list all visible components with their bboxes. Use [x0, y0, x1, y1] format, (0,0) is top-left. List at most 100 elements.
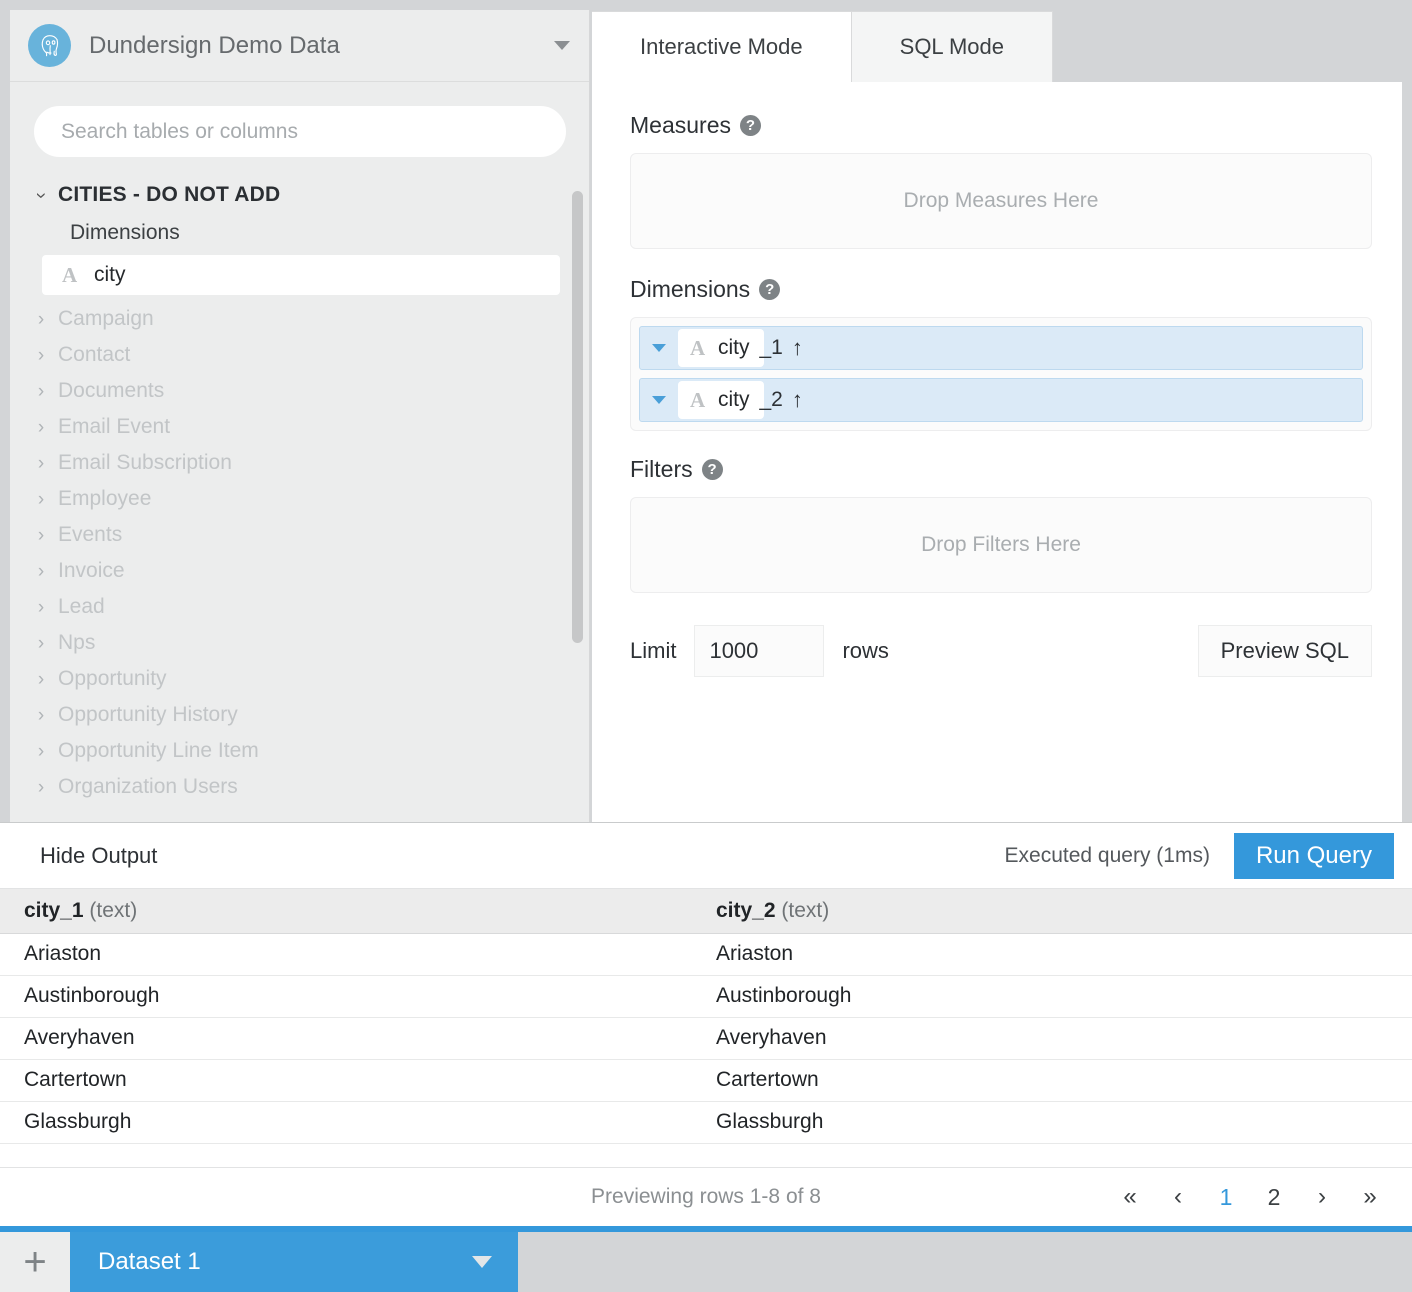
tree-table-contact[interactable]: › Contact	[10, 337, 590, 373]
sort-ascending-icon[interactable]: ↑	[792, 387, 803, 413]
preview-rows-text: Previewing rows 1-8 of 8	[591, 1185, 821, 1208]
tree-table-label: Invoice	[58, 559, 125, 582]
chevron-down-icon[interactable]	[554, 41, 570, 50]
preview-sql-button[interactable]: Preview SQL	[1197, 625, 1372, 677]
caret-down-icon[interactable]	[472, 1256, 492, 1268]
chevron-right-icon: ›	[37, 344, 45, 366]
chip-field-pill: A city	[678, 381, 764, 419]
filters-label: Filters ?	[630, 456, 1372, 483]
search-input[interactable]	[34, 106, 566, 157]
hide-output-button[interactable]: Hide Output	[40, 843, 157, 869]
table-tree-inner: › CITIES - DO NOT ADD Dimensions A city …	[10, 173, 590, 805]
chevron-right-icon: ›	[37, 380, 45, 402]
tree-table-label: Organization Users	[58, 775, 238, 798]
add-dataset-button[interactable]: +	[0, 1232, 70, 1292]
tree-table-label: CITIES - DO NOT ADD	[58, 183, 281, 206]
datasource-header[interactable]: Dundersign Demo Data	[10, 10, 590, 82]
sidebar-divider	[589, 10, 590, 822]
tab-sql-mode[interactable]: SQL Mode	[850, 11, 1053, 82]
chevron-right-icon: ›	[37, 668, 45, 690]
run-query-button[interactable]: Run Query	[1233, 832, 1394, 879]
limit-input[interactable]	[694, 625, 825, 677]
pagination-bar: Previewing rows 1-8 of 8 « ‹ 1 2 › »	[0, 1167, 1412, 1226]
chip-field-pill: A city	[678, 329, 764, 367]
results-table: city_1 (text) city_2 (text) Ariaston Ari…	[0, 889, 1412, 1144]
limit-unit-label: rows	[842, 638, 889, 663]
pagination-first[interactable]: «	[1106, 1185, 1154, 1209]
sort-ascending-icon[interactable]: ↑	[792, 335, 803, 361]
tab-label: Interactive Mode	[640, 34, 803, 59]
dimensions-dropzone[interactable]: A city _1 ↑ A city _2 ↑	[630, 317, 1372, 431]
tree-table-label: Email Subscription	[58, 451, 232, 474]
cell-city-1: Cartertown	[0, 1059, 692, 1102]
dimension-chip-city-2[interactable]: A city _2 ↑	[639, 378, 1363, 422]
field-item-city[interactable]: A city	[42, 255, 560, 295]
column-header-city-2[interactable]: city_2 (text)	[692, 889, 1412, 934]
help-icon[interactable]: ?	[739, 115, 761, 136]
chevron-right-icon: ›	[37, 488, 45, 510]
pagination-page-1[interactable]: 1	[1202, 1185, 1250, 1209]
table-row: Averyhaven Averyhaven	[0, 1017, 1412, 1060]
table-row: Cartertown Cartertown	[0, 1059, 1412, 1102]
pagination-page-2[interactable]: 2	[1250, 1185, 1298, 1209]
tree-table-employee[interactable]: › Employee	[10, 481, 590, 517]
column-name: city_1	[24, 898, 84, 922]
dataset-tab-1[interactable]: Dataset 1	[70, 1232, 518, 1292]
pagination-prev[interactable]: ‹	[1154, 1185, 1202, 1209]
chevron-right-icon: ›	[30, 191, 52, 199]
pagination-next[interactable]: ›	[1298, 1185, 1346, 1209]
limit-label: Limit	[630, 638, 677, 663]
chip-field-name: city	[718, 336, 750, 359]
chip-alias-suffix: _1 ↑	[760, 335, 803, 361]
dimension-chip-city-1[interactable]: A city _1 ↑	[639, 326, 1363, 370]
chevron-right-icon: ›	[37, 776, 45, 798]
tree-table-organization-users[interactable]: › Organization Users	[10, 769, 590, 805]
help-icon[interactable]: ?	[759, 279, 781, 300]
tree-table-documents[interactable]: › Documents	[10, 373, 590, 409]
chevron-right-icon: ›	[37, 452, 45, 474]
measures-label-text: Measures	[630, 112, 731, 138]
measures-dropzone[interactable]: Drop Measures Here	[630, 153, 1372, 249]
tree-table-label: Opportunity Line Item	[58, 739, 259, 762]
text-type-icon: A	[690, 387, 706, 412]
cell-city-2: Averyhaven	[692, 1017, 1412, 1060]
tree-table-label: Employee	[58, 487, 152, 510]
column-header-city-1[interactable]: city_1 (text)	[0, 889, 692, 934]
table-tree: › CITIES - DO NOT ADD Dimensions A city …	[10, 173, 590, 822]
tree-table-email-subscription[interactable]: › Email Subscription	[10, 445, 590, 481]
cell-city-2: Glassburgh	[692, 1101, 1412, 1144]
tree-table-cities[interactable]: › CITIES - DO NOT ADD	[10, 177, 590, 213]
tree-table-campaign[interactable]: › Campaign	[10, 301, 590, 337]
tree-table-nps[interactable]: › Nps	[10, 625, 590, 661]
tree-table-email-event[interactable]: › Email Event	[10, 409, 590, 445]
filters-dropzone[interactable]: Drop Filters Here	[630, 497, 1372, 593]
results-header-row: city_1 (text) city_2 (text)	[0, 889, 1412, 934]
sidebar-scrollbar-thumb[interactable]	[572, 191, 583, 643]
chevron-down-icon[interactable]	[652, 396, 666, 404]
field-name: city	[94, 263, 126, 286]
chevron-right-icon: ›	[37, 632, 45, 654]
plus-icon: +	[23, 1240, 47, 1284]
tree-table-opportunity-line-item[interactable]: › Opportunity Line Item	[10, 733, 590, 769]
filters-placeholder: Drop Filters Here	[921, 533, 1081, 556]
tree-table-label: Email Event	[58, 415, 171, 438]
limit-row: Limit rows Preview SQL	[630, 625, 1372, 677]
pagination-last[interactable]: »	[1346, 1185, 1394, 1209]
column-name: city_2	[716, 898, 776, 922]
tab-interactive-mode[interactable]: Interactive Mode	[592, 11, 852, 82]
tree-table-opportunity-history[interactable]: › Opportunity History	[10, 697, 590, 733]
chevron-right-icon: ›	[37, 416, 45, 438]
tree-table-events[interactable]: › Events	[10, 517, 590, 553]
output-toolbar: Hide Output Executed query (1ms) Run Que…	[0, 823, 1412, 889]
tree-group-dimensions: Dimensions	[70, 221, 180, 244]
chevron-down-icon[interactable]	[652, 344, 666, 352]
table-row: Ariaston Ariaston	[0, 933, 1412, 976]
chevron-right-icon: ›	[37, 524, 45, 546]
tree-table-lead[interactable]: › Lead	[10, 589, 590, 625]
chip-field-name: city	[718, 388, 750, 411]
tree-table-invoice[interactable]: › Invoice	[10, 553, 590, 589]
chevron-right-icon: ›	[37, 308, 45, 330]
help-icon[interactable]: ?	[701, 459, 723, 480]
tree-table-label: Nps	[58, 631, 96, 654]
tree-table-opportunity[interactable]: › Opportunity	[10, 661, 590, 697]
